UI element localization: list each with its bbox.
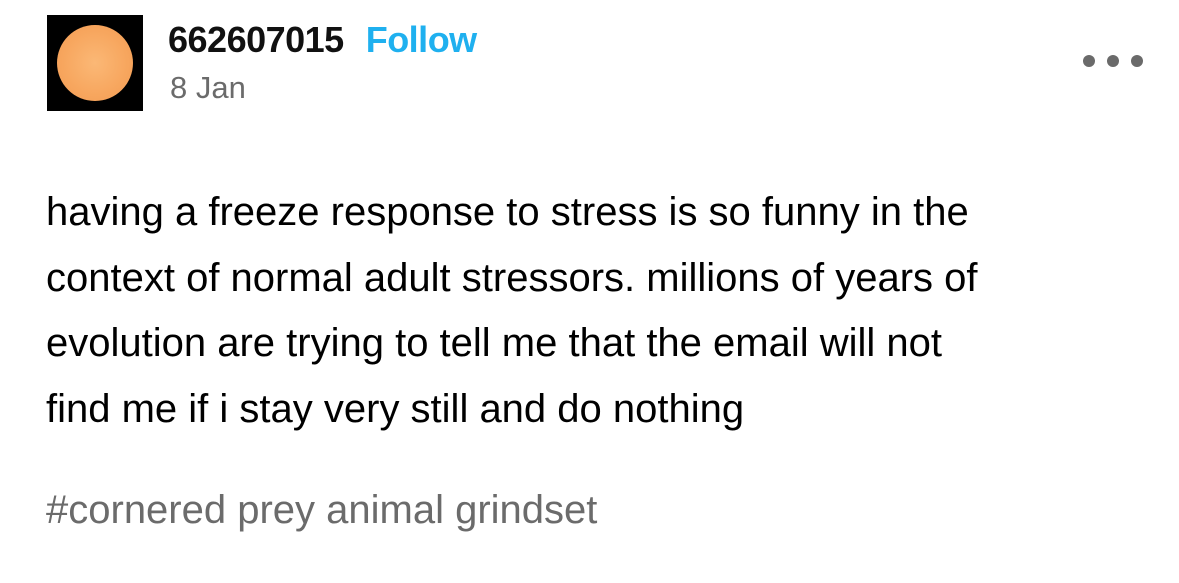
author-avatar[interactable] xyxy=(47,15,143,111)
post-tag[interactable]: #cornered prey animal grindset xyxy=(46,480,597,540)
follow-button[interactable]: Follow xyxy=(366,19,477,61)
author-username[interactable]: 662607015 xyxy=(168,19,344,61)
sun-avatar-icon xyxy=(57,25,133,101)
post-header: 662607015 Follow xyxy=(168,18,477,62)
post-body-line: evolution are trying to tell me that the… xyxy=(46,321,942,365)
more-dot xyxy=(1131,55,1143,67)
post-date: 8 Jan xyxy=(170,70,246,105)
more-dot xyxy=(1083,55,1095,67)
post-body-line: context of normal adult stressors. milli… xyxy=(46,255,978,300)
more-options-icon[interactable] xyxy=(1083,50,1143,72)
post-body-line: find me if i stay very still and do noth… xyxy=(46,386,745,431)
post-body-line: having a freeze response to stress is so… xyxy=(46,190,969,234)
post-body: having a freeze response to stress is so… xyxy=(46,180,1146,442)
post-card: 662607015 Follow 8 Jan having a freeze r… xyxy=(0,0,1179,583)
more-dot xyxy=(1107,55,1119,67)
